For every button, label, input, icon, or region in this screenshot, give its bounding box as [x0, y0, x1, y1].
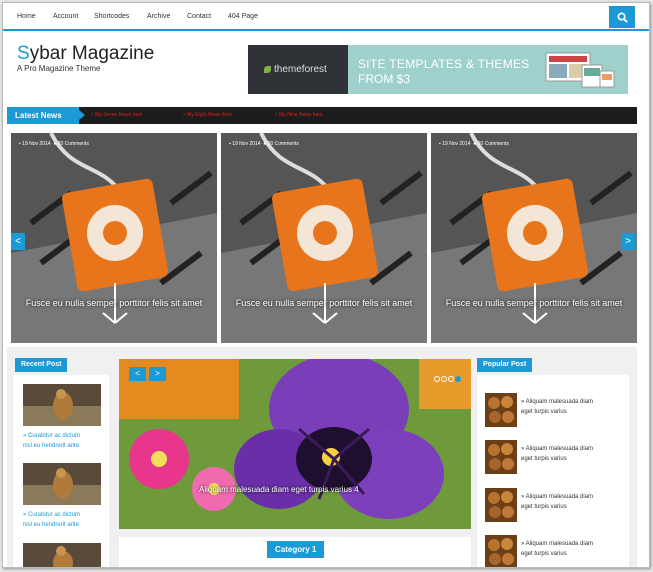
post-thumbnail[interactable]	[485, 393, 517, 427]
slide-date: 19 Nov 2014	[442, 141, 471, 147]
slide-comments[interactable]: 20 Comments	[268, 141, 299, 147]
popular-post-link[interactable]: » Aliquam malesuada diam	[521, 539, 593, 549]
recent-post-title: Recent Post	[15, 358, 68, 372]
slider-next-button[interactable]: >	[621, 233, 635, 250]
nav-item-archive[interactable]: Archive	[147, 13, 170, 20]
feature-slider[interactable]: < > Aliquam malesuada diam eget turpis v…	[119, 359, 471, 529]
page-frame: Home Account Shortcodes Archive Contact …	[2, 2, 650, 568]
pagination-dot[interactable]	[434, 376, 440, 382]
ticker-item-text: My Seven News Item	[95, 112, 143, 118]
chevron-right-icon: >	[625, 236, 631, 247]
chevron-left-icon: <	[135, 369, 140, 378]
category-title[interactable]: Category 1	[267, 541, 325, 558]
chevron-left-icon: <	[15, 236, 21, 247]
top-nav: Home Account Shortcodes Archive Contact …	[3, 3, 649, 31]
feature-image	[119, 359, 471, 529]
slide-date: 19 Nov 2014	[232, 141, 261, 147]
nav-item-shortcodes[interactable]: Shortcodes	[94, 13, 129, 20]
slide-image	[221, 133, 427, 343]
ticker-item[interactable]: » My Eight News Item	[183, 112, 232, 118]
post-thumbnail[interactable]	[23, 543, 101, 567]
feature-caption[interactable]: Aliquam malesuada diam eget turpis variu…	[199, 485, 359, 494]
pagination-dot[interactable]	[441, 376, 447, 382]
banner-brand: themeforest	[274, 64, 327, 75]
slide-comments[interactable]: 20 Comments	[478, 141, 509, 147]
category-panel: Category 1	[119, 537, 471, 567]
ticker-item[interactable]: » My Nine News Item	[275, 112, 323, 118]
recent-post-link[interactable]: » Curabitur ac dictum	[23, 510, 80, 520]
popular-post-link[interactable]: eget turpis varius	[521, 549, 567, 559]
logo-text: ybar Magazine	[29, 43, 155, 64]
ticker-item-text: My Eight News Item	[187, 112, 232, 118]
slide-image	[431, 133, 637, 343]
nav-item-contact[interactable]: Contact	[187, 13, 211, 20]
ad-banner[interactable]: themeforest SITE TEMPLATES & THEMES FROM…	[248, 45, 628, 94]
search-icon	[617, 12, 628, 23]
slide-meta: ▪ 19 Nov 2014 ● 20 Comments	[439, 141, 509, 147]
slide-meta: ▪ 19 Nov 2014 ● 20 Comments	[229, 141, 299, 147]
featured-slider: ▪ 19 Nov 2014 ● 20 Comments Fusce eu nul…	[7, 133, 637, 343]
slide-caption[interactable]: Fusce eu nulla semper porttitor felis si…	[229, 297, 419, 309]
recent-post-link[interactable]: nisl eu hendrerit ante	[23, 520, 79, 530]
popular-post-link[interactable]: » Aliquam malesuada diam	[521, 397, 593, 407]
post-thumbnail[interactable]	[23, 463, 101, 505]
post-thumbnail[interactable]	[485, 440, 517, 474]
pagination-dot[interactable]	[448, 376, 454, 382]
popular-post-link[interactable]: » Aliquam malesuada diam	[521, 444, 593, 454]
ticker-item-text: My Nine News Item	[279, 112, 323, 118]
slide-date: 19 Nov 2014	[22, 141, 51, 147]
slide-caption[interactable]: Fusce eu nulla semper porttitor felis si…	[439, 297, 629, 309]
popular-post-link[interactable]: » Aliquam malesuada diam	[521, 492, 593, 502]
nav-item-account[interactable]: Account	[53, 13, 78, 20]
slide[interactable]: ▪ 19 Nov 2014 ● 20 Comments Fusce eu nul…	[11, 133, 217, 343]
slide[interactable]: ▪ 19 Nov 2014 ● 20 Comments Fusce eu nul…	[431, 133, 637, 343]
popular-post-link[interactable]: eget turpis varius	[521, 502, 567, 512]
post-thumbnail[interactable]	[485, 488, 517, 522]
banner-subline: FROM $3	[358, 72, 411, 86]
latest-news-ticker: Latest News » My Seven News Item » My Ei…	[7, 107, 637, 124]
popular-post-title: Popular Post	[477, 358, 533, 372]
slider-pagination	[433, 369, 461, 387]
chevron-right-icon: >	[155, 369, 160, 378]
content-area: Recent Post » Curabitur ac dictum nisl e…	[7, 347, 637, 567]
recent-post-link[interactable]: » Curabitur ac dictum	[23, 431, 80, 441]
post-thumbnail[interactable]	[485, 535, 517, 567]
logo-initial: S	[17, 43, 30, 64]
feature-next-button[interactable]: >	[149, 367, 166, 381]
devices-image	[545, 52, 615, 88]
recent-post-link[interactable]: nisl eu hendrerit ante	[23, 441, 79, 451]
ticker-item[interactable]: » My Seven News Item	[91, 112, 142, 118]
latest-news-label: Latest News	[7, 107, 85, 124]
slide-comments[interactable]: 20 Comments	[58, 141, 89, 147]
slide[interactable]: ▪ 19 Nov 2014 ● 20 Comments Fusce eu nul…	[221, 133, 427, 343]
feature-prev-button[interactable]: <	[129, 367, 146, 381]
leaf-icon	[264, 65, 271, 73]
nav-item-home[interactable]: Home	[17, 13, 36, 20]
site-tagline: A Pro Magazine Theme	[17, 64, 101, 73]
nav-item-404[interactable]: 404 Page	[228, 13, 258, 20]
post-thumbnail[interactable]	[23, 384, 101, 426]
site-logo[interactable]: Sybar Magazine	[17, 43, 154, 65]
slide-caption[interactable]: Fusce eu nulla semper porttitor felis si…	[19, 297, 209, 309]
popular-post-link[interactable]: eget turpis varius	[521, 407, 567, 417]
slider-prev-button[interactable]: <	[11, 233, 25, 250]
banner-headline: SITE TEMPLATES & THEMES	[358, 57, 530, 71]
themeforest-logo: themeforest	[264, 64, 327, 75]
pagination-dot-active[interactable]	[455, 376, 461, 382]
search-button[interactable]	[609, 6, 635, 28]
slide-meta: ▪ 19 Nov 2014 ● 20 Comments	[19, 141, 89, 147]
slide-image	[11, 133, 217, 343]
popular-post-link[interactable]: eget turpis varius	[521, 454, 567, 464]
